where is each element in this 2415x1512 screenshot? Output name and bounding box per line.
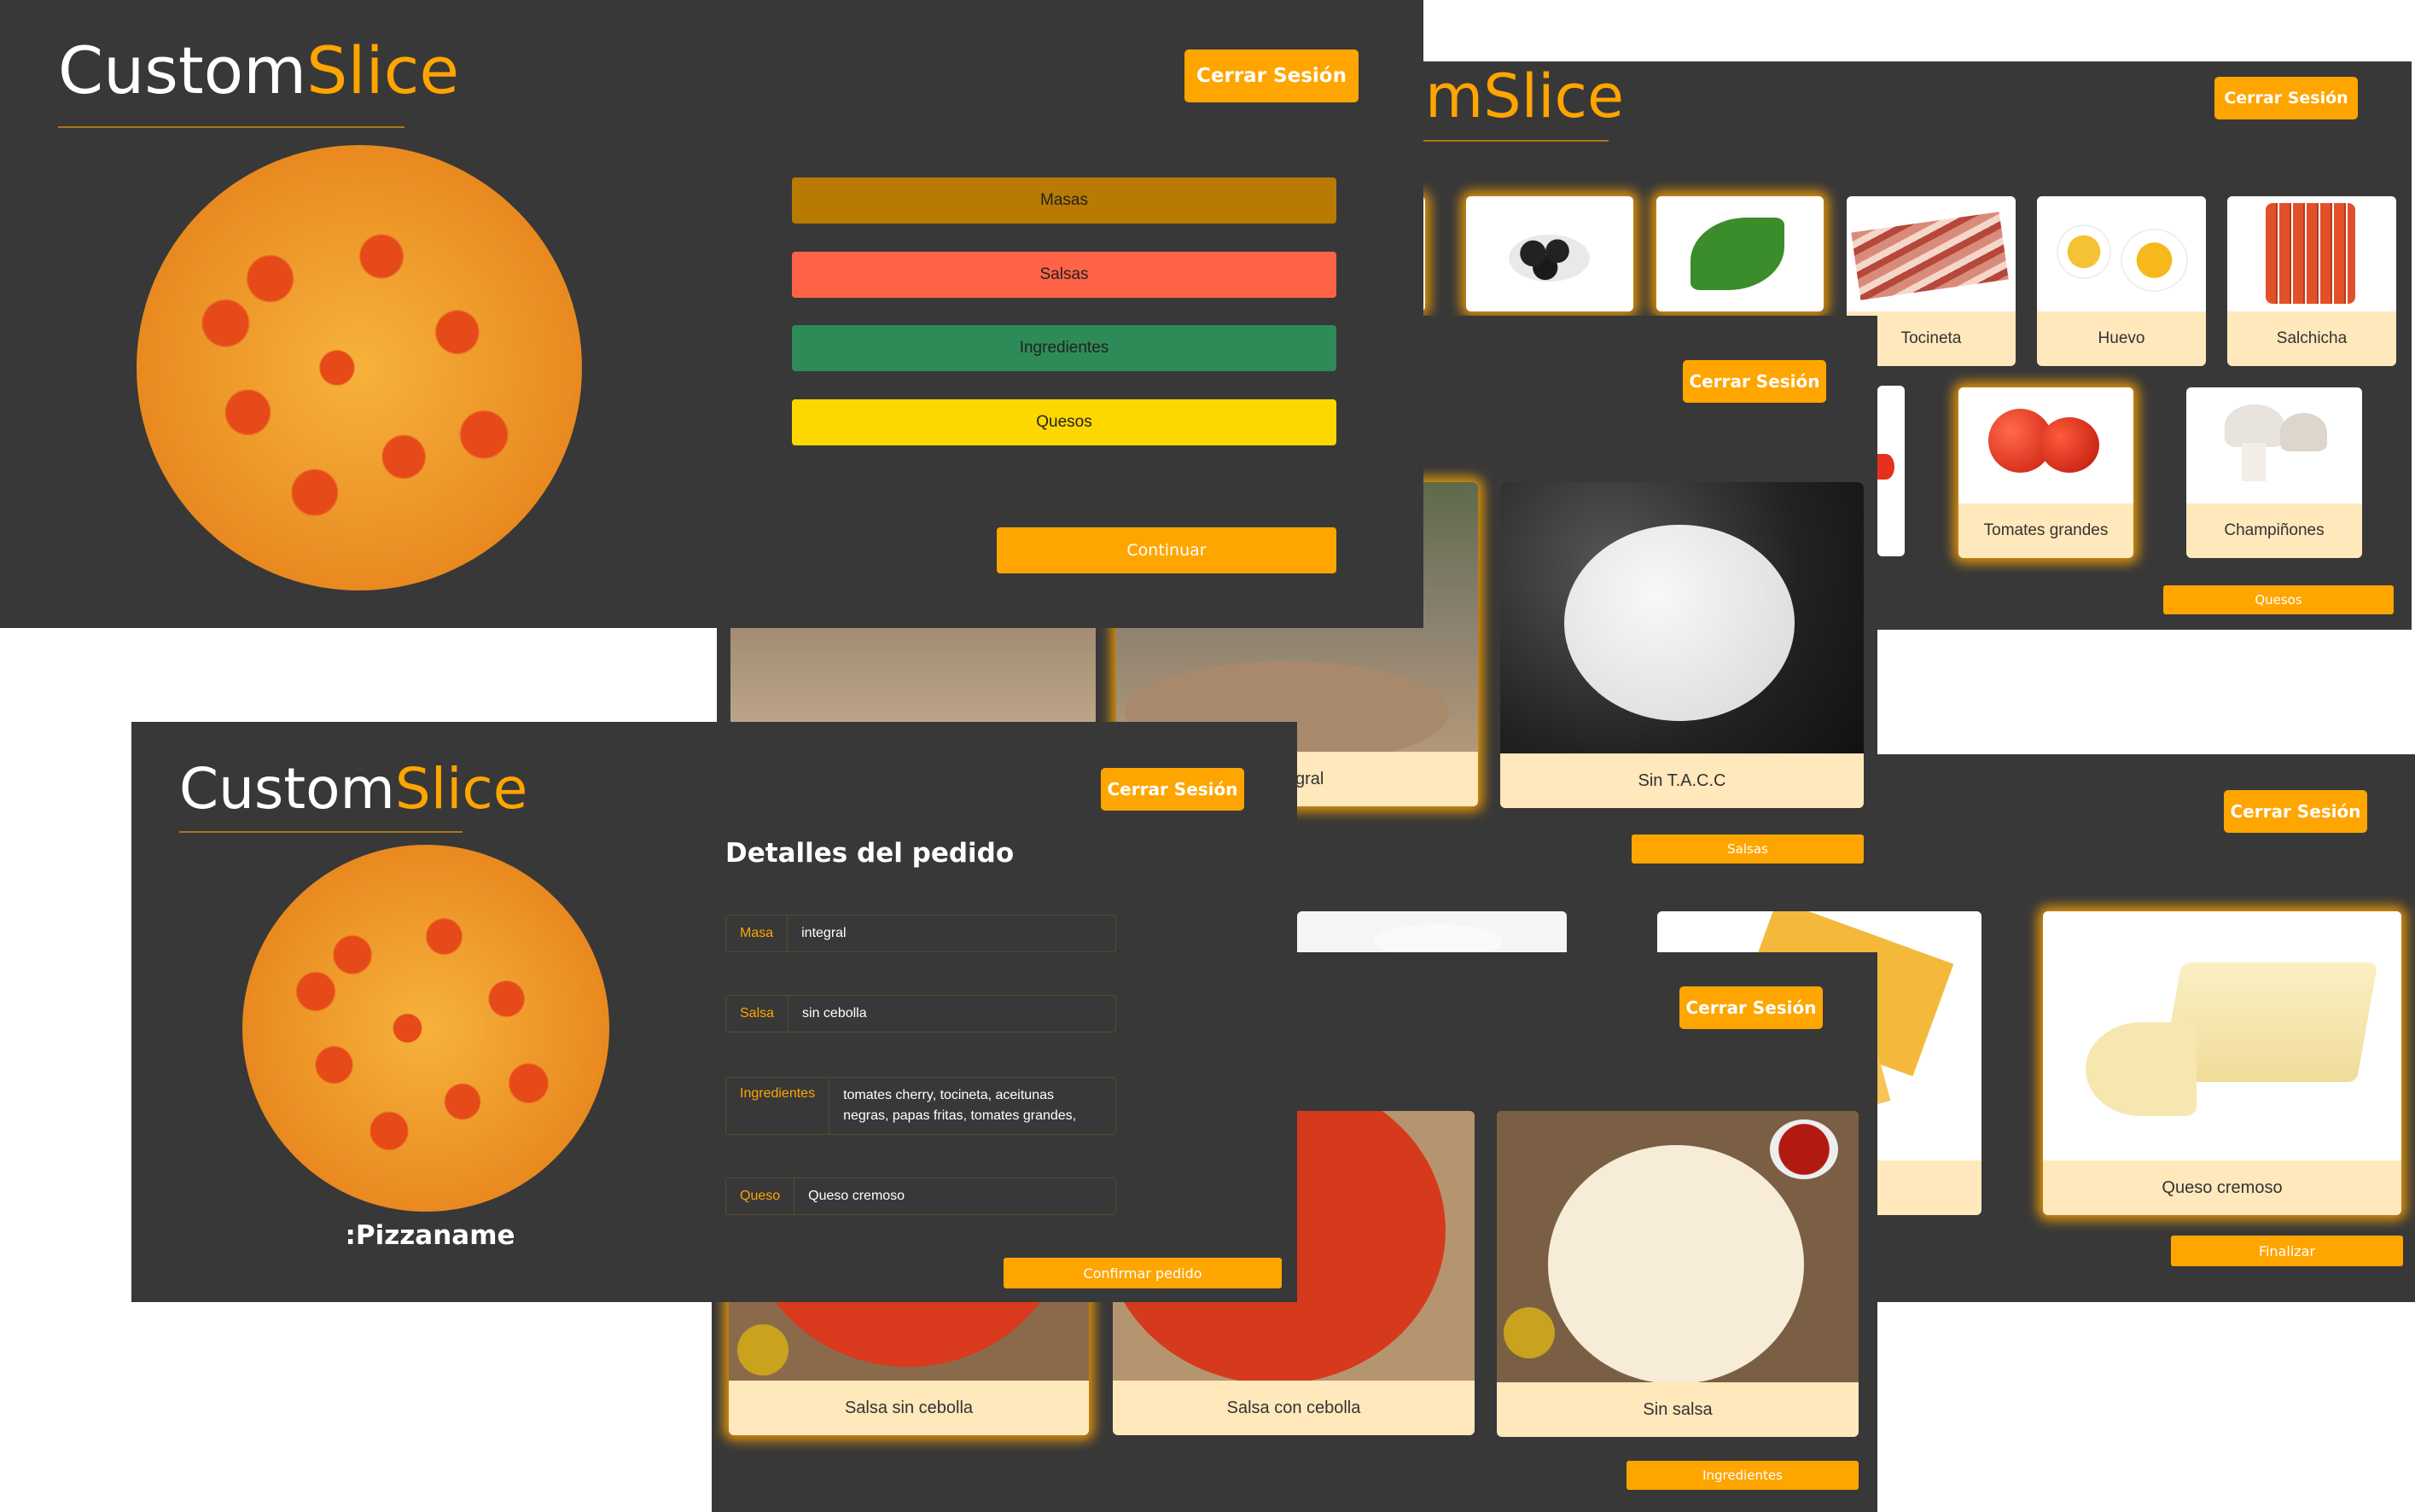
field-key: Masa <box>726 916 789 951</box>
logo-underline <box>58 126 404 128</box>
field-key: Salsa <box>726 996 789 1032</box>
logout-button[interactable]: Cerrar Sesión <box>2214 77 2358 119</box>
dough-label-text: gral <box>1295 769 1324 788</box>
logout-button[interactable]: Cerrar Sesión <box>2224 790 2367 833</box>
order-field-queso: Queso Queso cremoso <box>725 1178 1116 1215</box>
sauce-card-sin-salsa[interactable]: Sin salsa <box>1497 1111 1859 1437</box>
home-screen: CustomSlice Cerrar Sesión Masas Salsas I… <box>0 0 1423 628</box>
logout-button[interactable]: Cerrar Sesión <box>1184 49 1359 102</box>
app-logo: CustomSlice <box>58 32 460 108</box>
ingredient-label: Salchicha <box>2276 329 2348 347</box>
field-value: Queso cremoso <box>808 1189 905 1203</box>
logo-underline <box>1417 140 1609 142</box>
order-field-salsa: Salsa sin cebolla <box>725 995 1116 1032</box>
category-ingredientes-button[interactable]: Ingredientes <box>792 325 1336 371</box>
confirm-order-button[interactable]: Confirmar pedido <box>1004 1258 1282 1288</box>
ingredient-label: Champiñones <box>2224 521 2325 539</box>
app-logo: CustomSlice <box>179 756 528 822</box>
order-screen: CustomSlice Cerrar Sesión :Pizzaname Det… <box>131 722 1297 1302</box>
ingredient-image <box>1877 386 1905 556</box>
dough-label: Sin T.A.C.C <box>1638 771 1726 790</box>
next-ingredientes-button[interactable]: Ingredientes <box>1626 1461 1859 1490</box>
ingredient-label: Huevo <box>2098 329 2145 347</box>
cheese-card-queso-cremoso[interactable]: Queso cremoso <box>2043 911 2401 1215</box>
field-key: Ingredientes <box>726 1078 830 1134</box>
continue-button[interactable]: Continuar <box>997 527 1336 573</box>
olives-image <box>1466 196 1633 311</box>
logout-button[interactable]: Cerrar Sesión <box>1101 768 1244 811</box>
cream-cheese-image <box>2043 911 2401 1160</box>
logout-button[interactable]: Cerrar Sesión <box>1679 986 1823 1029</box>
sausage-image <box>2227 196 2396 311</box>
field-value: tomates cherry, tocineta, aceitunas negr… <box>843 1088 1077 1123</box>
category-masas-button[interactable]: Masas <box>792 177 1336 224</box>
basil-image <box>1656 196 1824 311</box>
field-value: sin cebolla <box>802 1006 867 1021</box>
ingredient-label: Tomates grandes <box>1983 521 2109 539</box>
sauce-label: Salsa sin cebolla <box>844 1398 974 1417</box>
order-field-ingredientes: Ingredientes tomates cherry, tocineta, a… <box>725 1077 1116 1135</box>
ingredient-card-champinones[interactable]: Champiñones <box>2186 387 2362 558</box>
mushroom-image <box>2186 387 2362 503</box>
finalizar-button[interactable]: Finalizar <box>2171 1236 2403 1266</box>
ingredient-card-salchicha[interactable]: Salchicha <box>2227 196 2396 366</box>
pizza-image <box>242 845 609 1212</box>
tomato-image <box>1958 387 2133 503</box>
sauce-label: Salsa con cebolla <box>1226 1398 1361 1417</box>
order-field-masa: Masa integral <box>725 915 1116 952</box>
cheese-label: Queso cremoso <box>2162 1178 2283 1197</box>
gluten-free-dough-image <box>1500 482 1864 753</box>
category-quesos-button[interactable]: Quesos <box>792 399 1336 445</box>
ingredient-card-basil[interactable] <box>1656 196 1824 311</box>
category-salsas-button[interactable]: Salsas <box>792 252 1336 298</box>
logo-underline <box>179 831 463 833</box>
field-value: integral <box>801 926 847 940</box>
field-key: Queso <box>726 1178 795 1214</box>
logo-partial: mSlice <box>1425 61 1625 131</box>
next-salsas-button[interactable]: Salsas <box>1632 835 1864 864</box>
order-title: Detalles del pedido <box>725 838 1015 869</box>
next-quesos-button[interactable]: Quesos <box>2163 585 2394 614</box>
dough-card-sin-tacc[interactable]: Sin T.A.C.C <box>1500 482 1864 808</box>
ingredient-card-tomates-grandes[interactable]: Tomates grandes <box>1958 387 2133 558</box>
egg-image <box>2037 196 2206 311</box>
pizza-image <box>137 145 582 590</box>
sauce-label: Sin salsa <box>1643 1399 1713 1419</box>
bacon-image <box>1847 196 2016 311</box>
pizza-name: :Pizzaname <box>345 1220 515 1251</box>
no-sauce-image <box>1497 1111 1859 1382</box>
ingredient-card[interactable] <box>1877 386 1905 556</box>
ingredient-card-olives[interactable] <box>1466 196 1633 311</box>
logout-button[interactable]: Cerrar Sesión <box>1683 360 1826 403</box>
ingredient-card-huevo[interactable]: Huevo <box>2037 196 2206 366</box>
